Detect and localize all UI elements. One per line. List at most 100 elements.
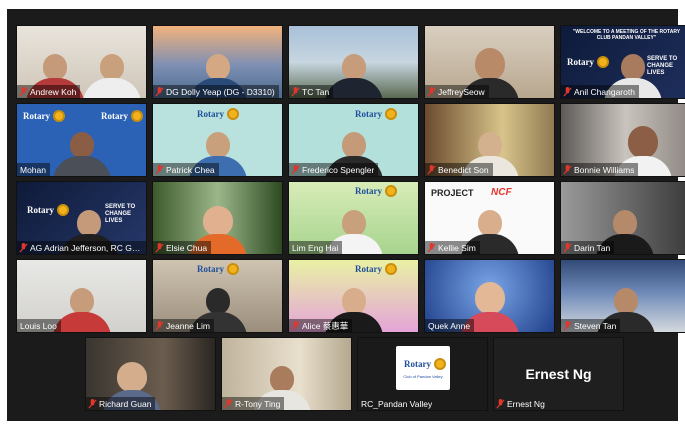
name-label: R-Tony Ting	[222, 397, 285, 410]
participant-tile-darin-tan[interactable]: Darin Tan	[560, 181, 685, 255]
club-logo-card: Rotary Club of Pandan Valley	[396, 346, 450, 390]
name-label: Benedict Son	[425, 163, 493, 176]
name-label: Alice 蔡惠華	[289, 319, 353, 332]
participant-tile-alice[interactable]: Rotary Alice 蔡惠華	[288, 259, 419, 333]
participant-name: Elsie Chua	[166, 242, 208, 253]
ncf-logo-text: NCF	[491, 187, 512, 198]
mic-muted-icon	[155, 320, 164, 330]
mic-muted-icon	[563, 320, 572, 330]
participant-name: TC Tan	[302, 86, 330, 97]
participant-tile-lim-eng-hai[interactable]: Rotary Lim Eng Hai	[288, 181, 419, 255]
name-label: Louis Loo	[17, 319, 61, 332]
name-label: Jeanne Lim	[153, 319, 214, 332]
participant-tile-ernest-ng[interactable]: Ernest Ng Ernest Ng	[493, 337, 624, 411]
rotary-logo: Rotary	[355, 185, 397, 197]
participant-name: Jeanne Lim	[166, 320, 210, 331]
participant-name: Patrick Chea	[166, 164, 215, 175]
rotary-logo: Rotary	[404, 358, 446, 370]
participant-name: DG Dolly Yeap (DG - D3310)	[166, 86, 275, 97]
mic-muted-icon	[427, 164, 436, 174]
participant-name: JeffreySeow	[438, 86, 485, 97]
rotary-logo: Rotary	[567, 56, 609, 68]
participant-tile-jeanne-lim[interactable]: Rotary Jeanne Lim	[152, 259, 283, 333]
video-gallery: Andrew Koh DG Dolly Yeap (DG - D3310) TC…	[7, 9, 685, 421]
rotary-wheel-icon	[385, 185, 397, 197]
participant-tile-andrew-koh[interactable]: Andrew Koh	[16, 25, 147, 99]
participant-tile-frederico-spengler[interactable]: Rotary Frederico Spengler	[288, 103, 419, 177]
name-label: Richard Guan	[86, 397, 156, 410]
participant-name: Ernest Ng	[507, 398, 545, 409]
name-label: Darin Tan	[561, 241, 615, 254]
mic-muted-icon	[563, 86, 572, 96]
name-label: Quek Anne	[425, 319, 475, 332]
participant-video	[52, 132, 111, 176]
name-label: Frederico Spengler	[289, 163, 379, 176]
mic-muted-icon	[496, 398, 505, 408]
participant-tile-patrick-chea[interactable]: Rotary Patrick Chea	[152, 103, 283, 177]
participant-tile-anil-changaroth[interactable]: "WELCOME TO A MEETING OF THE ROTARY CLUB…	[560, 25, 685, 99]
participant-tile-steven-tan[interactable]: Steven Tan	[560, 259, 685, 333]
participant-name: Benedict Son	[438, 164, 489, 175]
participant-name: Mohan	[20, 164, 46, 175]
rotary-logo: Rotary	[355, 108, 397, 120]
rotary-wheel-icon	[227, 108, 239, 120]
participant-name: Kellie Sim	[438, 242, 476, 253]
participant-name: Alice 蔡惠華	[302, 320, 349, 331]
participant-tile-bonnie-williams[interactable]: Bonnie Williams	[560, 103, 685, 177]
name-label: Andrew Koh	[17, 85, 81, 98]
rotary-wheel-icon	[53, 110, 65, 122]
participant-name: AG Adrian Jefferson, RC Gar...	[30, 242, 144, 253]
participant-name: R-Tony Ting	[235, 398, 281, 409]
name-label: JeffreySeow	[425, 85, 489, 98]
participant-tile-tc-tan[interactable]: TC Tan	[288, 25, 419, 99]
participant-tile-benedict-son[interactable]: Benedict Son	[424, 103, 555, 177]
rotary-wheel-icon	[131, 110, 143, 122]
mic-muted-icon	[224, 398, 233, 408]
mic-muted-icon	[427, 242, 436, 252]
name-label: AG Adrian Jefferson, RC Gar...	[17, 241, 146, 254]
name-label: Kellie Sim	[425, 241, 480, 254]
mic-muted-icon	[88, 398, 97, 408]
name-label: RC_Pandan Valley	[358, 397, 436, 410]
rotary-wheel-icon	[385, 263, 397, 275]
participant-name: Anil Changaroth	[574, 86, 635, 97]
mic-muted-icon	[563, 164, 572, 174]
name-label: DG Dolly Yeap (DG - D3310)	[153, 85, 279, 98]
mic-muted-icon	[563, 242, 572, 252]
mic-muted-icon	[291, 164, 300, 174]
rotary-wheel-icon	[385, 108, 397, 120]
name-label: Anil Changaroth	[561, 85, 639, 98]
participant-tile-dolly-yeap[interactable]: DG Dolly Yeap (DG - D3310)	[152, 25, 283, 99]
participant-tile-richard-guan[interactable]: Richard Guan	[85, 337, 216, 411]
mic-muted-icon	[427, 86, 436, 96]
name-label: TC Tan	[289, 85, 334, 98]
participant-name: Quek Anne	[428, 320, 471, 331]
participant-tile-tony-ting[interactable]: R-Tony Ting	[221, 337, 352, 411]
participant-tile-kellie-sim[interactable]: PROJECT NCF Kellie Sim	[424, 181, 555, 255]
participant-name: Louis Loo	[20, 320, 57, 331]
participant-name: Andrew Koh	[30, 86, 77, 97]
mic-muted-icon	[155, 164, 164, 174]
participant-name: Darin Tan	[574, 242, 611, 253]
rotary-logo: Rotary	[101, 110, 143, 122]
participant-name: Bonnie Williams	[574, 164, 635, 175]
club-name-text: Club of Pandan Valley	[403, 374, 443, 379]
camera-off-name: Ernest Ng	[525, 366, 592, 382]
participant-tile-rc-pandan-valley[interactable]: Rotary Club of Pandan Valley RC_Pandan V…	[357, 337, 488, 411]
name-label: Patrick Chea	[153, 163, 219, 176]
participant-tile-jeffrey-seow[interactable]: JeffreySeow	[424, 25, 555, 99]
participant-name: Richard Guan	[99, 398, 152, 409]
mic-muted-icon	[291, 320, 300, 330]
participant-tile-elsie-chua[interactable]: Elsie Chua	[152, 181, 283, 255]
name-label: Elsie Chua	[153, 241, 212, 254]
rotary-wheel-icon	[434, 358, 446, 370]
participant-name: Steven Tan	[574, 320, 617, 331]
participant-tile-adrian-jefferson[interactable]: Rotary SERVE TO CHANGE LIVES AG Adrian Je…	[16, 181, 147, 255]
participant-tile-mohan[interactable]: Rotary Rotary Mohan	[16, 103, 147, 177]
participant-tile-quek-anne[interactable]: Quek Anne	[424, 259, 555, 333]
rotary-logo: Rotary	[23, 110, 65, 122]
mic-muted-icon	[291, 86, 300, 96]
participant-name: Lim Eng Hai	[292, 242, 339, 253]
participant-tile-louis-loo[interactable]: Louis Loo	[16, 259, 147, 333]
mic-muted-icon	[155, 86, 164, 96]
